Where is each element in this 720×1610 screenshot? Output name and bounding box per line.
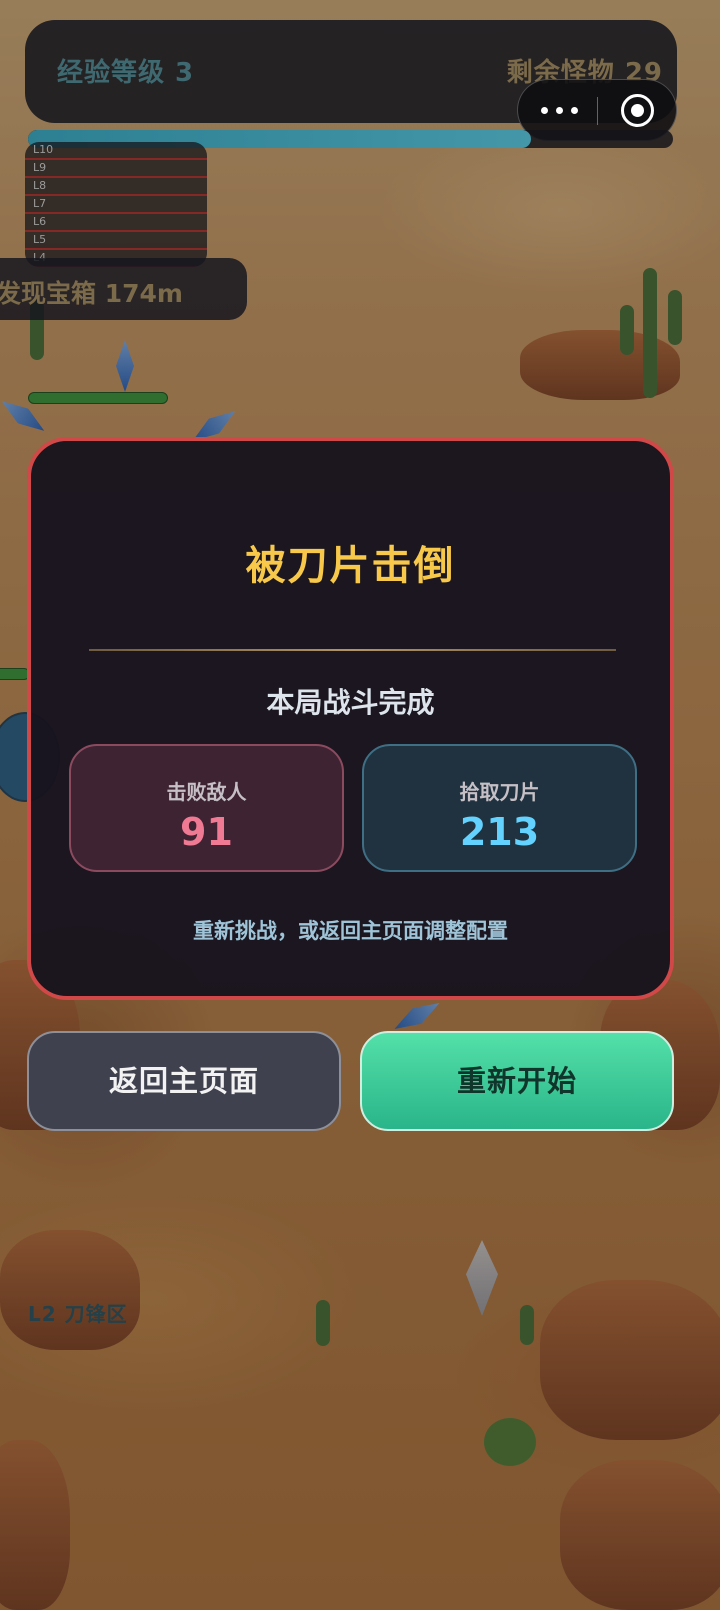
return-home-button[interactable]: 返回主页面 [27, 1031, 341, 1131]
level-row: L9 [25, 160, 207, 178]
level-row: L7 [25, 196, 207, 214]
level-row: L6 [25, 214, 207, 232]
stat-blades-card: 拾取刀片 213 [362, 744, 637, 872]
target-close-icon[interactable] [621, 94, 654, 127]
stat-kills-card: 击败敌人 91 [69, 744, 344, 872]
treasure-distance: 发现宝箱 174m [0, 258, 247, 320]
capsule-divider [597, 97, 598, 125]
stat-kills-label: 击败敌人 [166, 780, 247, 804]
modal-title: 被刀片击倒 [245, 543, 456, 589]
level-row: L10 [25, 142, 207, 160]
treasure-label: 发现宝箱 174m [0, 279, 183, 308]
stat-blades-label: 拾取刀片 [459, 780, 540, 804]
level-row: L5 [25, 232, 207, 250]
more-dots-icon[interactable] [538, 102, 580, 118]
level-row: L8 [25, 178, 207, 196]
modal-subtitle: 本局战斗完成 [266, 686, 435, 719]
level-list: L10 L9 L8 L7 L6 L5 L4 [25, 142, 207, 267]
restart-button[interactable]: 重新开始 [360, 1031, 674, 1131]
defeat-result-modal: 被刀片击倒 本局战斗完成 击败敌人 91 拾取刀片 213 重新挑战，或返回主页… [27, 437, 674, 1000]
experience-level: 经验等级 3 [57, 58, 195, 88]
modal-hint: 重新挑战，或返回主页面调整配置 [193, 919, 508, 943]
modal-divider [89, 649, 616, 651]
stat-kills-value: 91 [180, 810, 233, 854]
stat-blades-value: 213 [459, 810, 540, 854]
